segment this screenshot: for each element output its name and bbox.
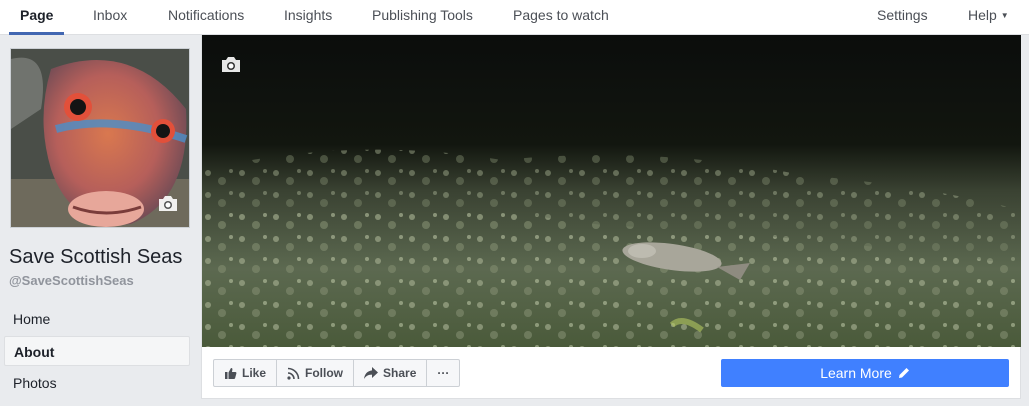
page-action-bar: Like Follow Share ··· bbox=[213, 359, 461, 387]
tab-page[interactable]: Page bbox=[9, 0, 65, 35]
tab-pages-to-watch[interactable]: Pages to watch bbox=[513, 0, 609, 35]
share-label: Share bbox=[383, 366, 417, 380]
page-header-card: Like Follow Share ··· Learn More bbox=[201, 35, 1021, 399]
settings-link[interactable]: Settings bbox=[877, 0, 928, 35]
page-top-nav: Page Inbox Notifications Insights Publis… bbox=[0, 0, 1029, 35]
cover-photo[interactable] bbox=[202, 35, 1021, 347]
camera-icon[interactable] bbox=[157, 195, 179, 217]
learn-more-label: Learn More bbox=[820, 365, 892, 381]
thumbs-up-icon bbox=[225, 367, 237, 379]
more-options-button[interactable]: ··· bbox=[427, 360, 459, 386]
seabed-cover-image bbox=[202, 35, 1021, 347]
sidebar-item-home[interactable]: Home bbox=[4, 304, 190, 334]
tab-publishing-tools[interactable]: Publishing Tools bbox=[372, 0, 473, 35]
pencil-icon[interactable] bbox=[898, 367, 910, 379]
tab-notifications[interactable]: Notifications bbox=[168, 0, 244, 35]
like-button[interactable]: Like bbox=[214, 360, 278, 386]
learn-more-button[interactable]: Learn More bbox=[721, 359, 1009, 387]
share-button[interactable]: Share bbox=[354, 360, 428, 386]
help-label: Help bbox=[968, 7, 997, 23]
follow-button[interactable]: Follow bbox=[277, 360, 355, 386]
follow-label: Follow bbox=[305, 366, 344, 380]
more-dots-icon: ··· bbox=[437, 366, 450, 380]
profile-picture[interactable] bbox=[10, 48, 190, 228]
tab-insights[interactable]: Insights bbox=[284, 0, 332, 35]
sidebar-item-photos[interactable]: Photos bbox=[4, 368, 190, 398]
page-username[interactable]: @SaveScottishSeas bbox=[9, 273, 134, 288]
caret-down-icon: ▼ bbox=[1000, 11, 1009, 20]
like-label: Like bbox=[242, 366, 267, 380]
help-menu[interactable]: Help ▼ bbox=[968, 0, 1009, 35]
share-arrow-icon bbox=[364, 367, 379, 379]
page-title: Save Scottish Seas bbox=[9, 246, 183, 268]
tab-inbox[interactable]: Inbox bbox=[93, 0, 127, 35]
camera-icon[interactable] bbox=[220, 56, 242, 78]
rss-icon bbox=[287, 367, 300, 380]
sidebar-item-about[interactable]: About bbox=[4, 336, 190, 366]
